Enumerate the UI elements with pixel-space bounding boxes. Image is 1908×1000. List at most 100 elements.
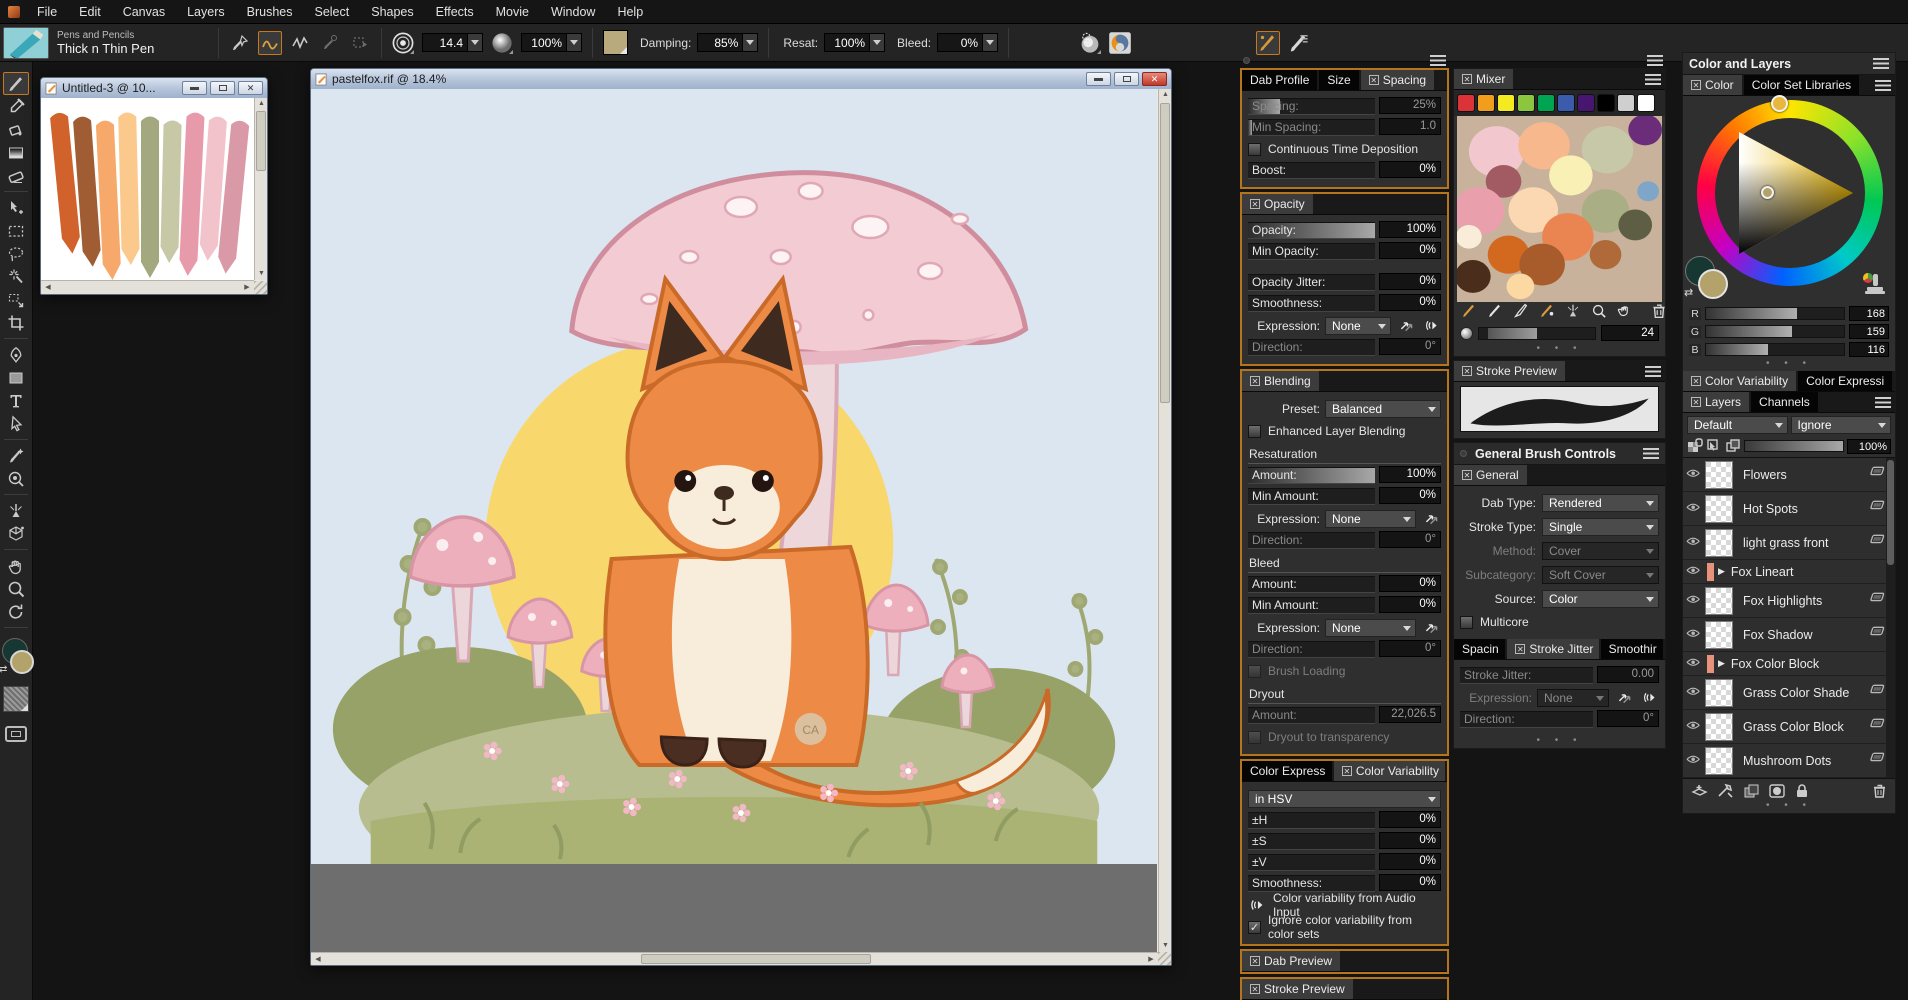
checkbox-icon[interactable] — [1460, 616, 1473, 629]
audio-expression-icon[interactable] — [1421, 317, 1441, 335]
rgb-b-slider[interactable] — [1705, 343, 1845, 356]
opacity-tab-opacity[interactable]: ✕Opacity — [1242, 194, 1313, 214]
panel-menu-icon[interactable] — [1643, 448, 1659, 459]
mixer-palette-knife-button[interactable] — [1512, 302, 1530, 325]
mixer-zoom-button[interactable] — [1590, 302, 1608, 325]
resat-dropdown[interactable] — [869, 34, 884, 51]
opacity-direction-value[interactable]: 0° — [1379, 338, 1441, 355]
layer-visibility-icon[interactable] — [1683, 718, 1705, 735]
panel-expand-dots[interactable]: • • • — [1454, 736, 1665, 748]
panel-expand-dots[interactable]: • • • — [1683, 359, 1895, 371]
gradient-tool[interactable] — [3, 141, 29, 164]
mixer-clear-button[interactable] — [1650, 302, 1668, 325]
layer-visibility-icon[interactable] — [1683, 626, 1705, 643]
untitled-hscrollbar[interactable]: ◀ ▶ — [41, 280, 254, 294]
blending-preset-dropdown[interactable]: Balanced — [1325, 400, 1441, 418]
brush-size-dropdown[interactable] — [467, 34, 482, 51]
layer-visibility-icon[interactable] — [1683, 563, 1705, 580]
stroke-preview-tab-stroke-preview[interactable]: ✕Stroke Preview — [1242, 979, 1353, 999]
layer-row-fox-highlights[interactable]: Fox Highlights — [1683, 584, 1895, 618]
mixer-swatch[interactable] — [1577, 94, 1595, 112]
panel-dot-grip[interactable] — [1243, 57, 1250, 64]
pastelfox-minimize-button[interactable] — [1086, 72, 1111, 86]
color-set-stamp-icon[interactable] — [1859, 270, 1885, 296]
damping-value[interactable]: 85% — [698, 36, 742, 50]
blending-amount-value[interactable]: 100% — [1379, 466, 1441, 483]
untitled-canvas[interactable] — [41, 98, 254, 280]
spacing-tab-spacing[interactable]: ✕Spacing — [1361, 70, 1434, 90]
perspective-grid-tool[interactable] — [3, 522, 29, 545]
eraser-tool[interactable] — [3, 164, 29, 187]
color-variability-±h-value[interactable]: 0% — [1379, 811, 1441, 828]
menu-shapes[interactable]: Shapes — [360, 2, 424, 22]
dropper-tool[interactable] — [3, 95, 29, 118]
sample-color-tool[interactable] — [3, 499, 29, 522]
mixer-swatch[interactable] — [1537, 94, 1555, 112]
untitled-restore-button[interactable] — [210, 81, 235, 95]
pen-tool[interactable] — [3, 343, 29, 366]
swap-colors-icon[interactable]: ⇄ — [0, 664, 7, 675]
crop-tool[interactable] — [3, 311, 29, 334]
layer-thumbnail[interactable] — [1705, 621, 1733, 649]
clone-select-button[interactable] — [348, 31, 372, 55]
jitter-expression-icon[interactable] — [1614, 689, 1634, 707]
rgb-r-slider[interactable] — [1705, 307, 1845, 320]
opacity-min-opacity-value[interactable]: 0% — [1379, 242, 1441, 259]
pastelfox-restore-button[interactable] — [1114, 72, 1139, 86]
pick-up-underlying-icon[interactable] — [1706, 438, 1722, 454]
untitled-titlebar[interactable]: Untitled-3 @ 10... ✕ — [41, 78, 267, 98]
brush-opacity-field[interactable]: 100% — [521, 33, 582, 52]
current-color-swatch[interactable] — [603, 30, 628, 55]
jitter-expression-icon[interactable] — [1396, 317, 1416, 335]
rgb-g-slider[interactable] — [1705, 325, 1845, 338]
general-multicore-checkbox[interactable]: Multicore — [1460, 612, 1659, 632]
checkbox-icon[interactable] — [1248, 425, 1261, 438]
layer-composite-depth-dropdown[interactable]: Ignore — [1791, 416, 1892, 434]
rgb-b-value[interactable]: 116 — [1849, 342, 1889, 357]
clone-brush-button[interactable] — [318, 31, 342, 55]
mixer-swatch[interactable] — [1637, 94, 1655, 112]
layer-thumbnail[interactable] — [1705, 679, 1733, 707]
blending-expression-dropdown[interactable]: None — [1325, 510, 1416, 528]
transform-tool[interactable] — [3, 288, 29, 311]
blending-tab-blending[interactable]: ✕Blending — [1242, 371, 1319, 391]
scroll-up-icon[interactable]: ▲ — [1159, 89, 1172, 101]
mixer-swatch[interactable] — [1557, 94, 1575, 112]
layer-row-fox-lineart[interactable]: ▶Fox Lineart — [1683, 560, 1895, 584]
checkbox-icon[interactable] — [1248, 665, 1261, 678]
dab-preview-tab-dab-preview[interactable]: ✕Dab Preview — [1242, 951, 1340, 971]
brush-selector[interactable]: Pens and Pencils Thick n Thin Pen — [0, 24, 212, 61]
pastelfox-hscroll-thumb[interactable] — [641, 954, 871, 964]
layer-row-flowers[interactable]: Flowers — [1683, 458, 1895, 492]
menu-select[interactable]: Select — [303, 2, 360, 22]
paper-selector[interactable] — [3, 686, 29, 712]
swap-colors-icon[interactable]: ⇄ — [1684, 286, 1693, 299]
scroll-down-icon[interactable]: ▼ — [255, 268, 268, 280]
pastelfox-titlebar[interactable]: pastelfox.rif @ 18.4% ✕ — [311, 69, 1171, 89]
spacing-tab-size[interactable]: Size — [1319, 70, 1358, 90]
damping-field[interactable]: 85% — [697, 33, 758, 52]
layers-menu-icon[interactable] — [1875, 397, 1891, 408]
layer-adjuster-tool[interactable] — [3, 196, 29, 219]
sv-triangle[interactable] — [1715, 118, 1865, 268]
menu-effects[interactable]: Effects — [425, 2, 485, 22]
rotate-page-tool[interactable] — [3, 600, 29, 623]
blending-brush-loading-checkbox[interactable]: Brush Loading — [1248, 661, 1441, 681]
rect-select-tool[interactable] — [3, 219, 29, 242]
menu-edit[interactable]: Edit — [68, 2, 112, 22]
general-subcategory-dropdown[interactable]: Soft Cover — [1542, 566, 1659, 584]
pastelfox-hscrollbar[interactable]: ◀ ▶ — [311, 952, 1158, 965]
mixer-mix-brush-button[interactable] — [1460, 302, 1478, 325]
general-expression-dropdown[interactable]: None — [1537, 689, 1609, 707]
color-tab-color-set-libraries[interactable]: Color Set Libraries — [1744, 75, 1859, 95]
opacity-opacity-jitter-value[interactable]: 0% — [1379, 273, 1441, 290]
lock-layer-icon[interactable] — [1795, 783, 1809, 799]
jitter-expression-icon[interactable] — [1421, 510, 1441, 528]
menu-canvas[interactable]: Canvas — [112, 2, 176, 22]
mixer-swatch[interactable] — [1517, 94, 1535, 112]
color-variability-smoothness-value[interactable]: 0% — [1379, 874, 1441, 891]
mixer-swatch[interactable] — [1477, 94, 1495, 112]
brush-opacity-value[interactable]: 100% — [522, 36, 566, 50]
color-variability-tab-color-express[interactable]: Color Express — [1242, 761, 1332, 781]
color-mode-icon[interactable] — [1108, 31, 1132, 55]
